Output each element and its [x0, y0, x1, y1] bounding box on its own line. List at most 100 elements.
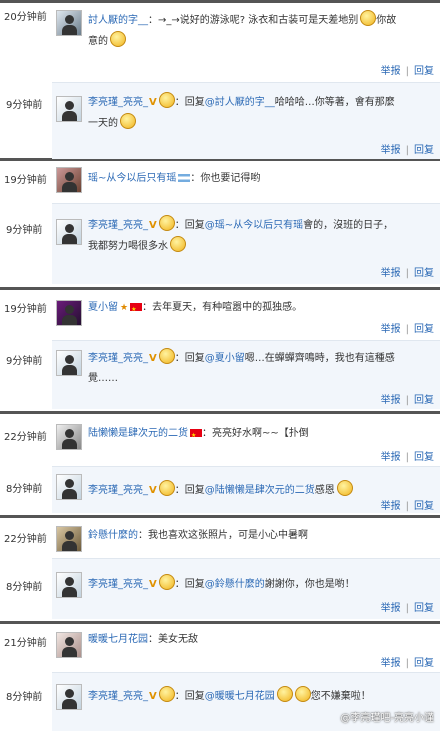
report-link[interactable]: 举报	[381, 268, 401, 279]
reply-link[interactable]: 回复	[414, 145, 434, 156]
comment-body: 暖暖七月花园：美女无敌	[88, 630, 433, 650]
smiley-icon	[360, 10, 377, 26]
avatar[interactable]	[56, 526, 82, 552]
reply-body: 李亮瑾_亮亮_V ：回复@瑶~从今以后只有瑶會的，沒班的日子， 我都努力喝很多水	[88, 215, 433, 257]
flag-icon	[190, 426, 202, 446]
reply-user-link[interactable]: 李亮瑾_亮亮_	[88, 220, 148, 231]
avatar[interactable]	[56, 632, 82, 658]
comment-user-link[interactable]: 鈴懸什麼的	[88, 530, 138, 541]
reply-link[interactable]: 回复	[414, 268, 434, 279]
reply-user-link[interactable]: 李亮瑾_亮亮_	[88, 579, 148, 590]
smiley-icon	[110, 31, 126, 47]
avatar[interactable]	[56, 424, 82, 450]
reply-text: 一天的	[88, 118, 118, 129]
comment-time: 19分钟前	[4, 175, 47, 186]
reply-link[interactable]: 回复	[414, 66, 434, 77]
reply-text: 嗯…在蟬蟬齊鳴時，我也有這種感	[244, 353, 395, 364]
comment-user-link[interactable]: 瑶~从今以后只有瑶	[88, 173, 176, 184]
reply-text: 謝謝你，你也是喲！	[264, 579, 355, 590]
avatar[interactable]	[56, 684, 82, 710]
comment-text: 意的	[88, 36, 108, 47]
mention-link[interactable]: @陆懒懒是肆次元的二货	[205, 485, 315, 496]
avatar[interactable]	[56, 219, 82, 245]
avatar[interactable]	[56, 474, 82, 500]
verified-icon: V	[149, 579, 157, 590]
comment-text: 你故	[376, 15, 397, 26]
comment-item: 22分钟前 陆懒懒是肆次元的二货：亮亮好水啊~~【扑倒 举报|回复 举报|回复 …	[0, 414, 440, 515]
reply-body: 李亮瑾_亮亮_V ：回复@鈴懸什麼的謝謝你，你也是喲！	[88, 574, 433, 595]
reply-link[interactable]: 回复	[414, 452, 434, 463]
reply-prefix: ：回复	[174, 97, 205, 108]
avatar[interactable]	[56, 96, 82, 122]
reply-text: 哈哈哈…你等著，會有那麼	[274, 97, 395, 108]
comment-user-link[interactable]: 討人厭的字__	[88, 15, 148, 26]
comment-user-link[interactable]: 陆懒懒是肆次元的二货	[88, 428, 188, 439]
reply-user-link[interactable]: 李亮瑾_亮亮_	[88, 691, 148, 702]
avatar[interactable]	[56, 10, 82, 36]
mention-link[interactable]: @夏小留	[205, 353, 245, 364]
action-links: 举报 | 回复	[380, 658, 434, 669]
verified-icon: V	[149, 220, 157, 231]
comment-time: 19分钟前	[4, 304, 47, 315]
comment-time: 20分钟前	[4, 12, 47, 23]
reply-time: 8分钟前	[6, 692, 43, 703]
comment-item: 22分钟前 鈴懸什麼的：我也喜欢这张照片，可是小心中暑啊 举报 | 回复 8分钟前 …	[0, 518, 440, 621]
comment-text: ：去年夏天，有种喧嚣中的孤独感。	[142, 302, 303, 313]
report-link[interactable]: 举报	[381, 501, 401, 512]
mention-link[interactable]: @暖暖七月花园	[205, 691, 275, 702]
reply-link[interactable]: 回复	[414, 603, 434, 614]
report-link[interactable]: 举报	[381, 658, 401, 669]
comment-body: 討人厭的字__：→_→说好的游泳呢? 泳衣和古装可是天差地别 你故 意的	[88, 10, 433, 52]
smiley-icon	[158, 215, 175, 231]
reply-user-link[interactable]: 李亮瑾_亮亮_	[88, 353, 148, 364]
smiley-icon	[158, 92, 175, 108]
comment-time: 22分钟前	[4, 534, 47, 545]
report-link[interactable]: 举报	[381, 452, 401, 463]
reply-prefix: ：回复	[174, 579, 205, 590]
avatar[interactable]	[56, 350, 82, 376]
reply-link[interactable]: 回复	[414, 324, 434, 335]
mention-link[interactable]: @鈴懸什麼的	[205, 579, 265, 590]
action-links: 举报 | 回复	[380, 395, 434, 406]
comment-text: ：你也要记得哟	[190, 173, 261, 184]
reply-time: 8分钟前	[6, 582, 43, 593]
reply-user-link[interactable]: 李亮瑾_亮亮_	[88, 485, 148, 496]
mention-link[interactable]: @討人厭的字__	[205, 97, 275, 108]
avatar[interactable]	[56, 167, 82, 193]
reply-prefix: ：回复	[174, 353, 205, 364]
reply-prefix: ：回复	[174, 691, 205, 702]
reply-time: 9分钟前	[6, 100, 43, 111]
smiley-icon	[158, 686, 175, 702]
reply-prefix: ：回复	[174, 485, 205, 496]
smiley-icon	[294, 686, 311, 702]
report-link[interactable]: 举报	[381, 603, 401, 614]
smiley-icon	[170, 236, 186, 252]
comment-user-link[interactable]: 暖暖七月花园	[88, 634, 148, 645]
reply-body: 李亮瑾_亮亮_V ：回复@暖暖七月花园 您不嫌棄啦！	[88, 686, 433, 707]
comment-body: 陆懒懒是肆次元的二货 ：亮亮好水啊~~【扑倒	[88, 424, 433, 446]
report-link[interactable]: 举报	[381, 66, 401, 77]
avatar[interactable]	[56, 572, 82, 598]
reply-text: 您不嫌棄啦！	[310, 691, 371, 702]
avatar[interactable]	[56, 300, 82, 326]
verified-icon: V	[149, 353, 157, 364]
comment-text: ：美女无敌	[148, 634, 198, 645]
comment-user-link[interactable]: 夏小留	[88, 302, 118, 313]
mention-link[interactable]: @瑶~从今以后只有瑶	[205, 220, 303, 231]
reply-text: 感恩	[314, 485, 335, 496]
report-link[interactable]: 举报	[381, 395, 401, 406]
action-links: 举报 | 回复	[380, 66, 434, 77]
comment-time: 22分钟前	[4, 432, 47, 443]
verified-icon: V	[149, 97, 157, 108]
reply-link[interactable]: 回复	[414, 395, 434, 406]
panda-icon	[120, 113, 136, 129]
action-links: 举报 | 回复	[380, 324, 434, 335]
reply-link[interactable]: 回复	[414, 501, 434, 512]
reply-user-link[interactable]: 李亮瑾_亮亮_	[88, 97, 148, 108]
comment-body: 瑶~从今以后只有瑶 ：你也要记得哟	[88, 169, 433, 189]
report-link[interactable]: 举报	[381, 324, 401, 335]
reply-body: 李亮瑾_亮亮_V ：回复@夏小留嗯…在蟬蟬齊鳴時，我也有這種感 覺……	[88, 348, 433, 389]
reply-time: 9分钟前	[6, 356, 43, 367]
report-link[interactable]: 举报	[381, 145, 401, 156]
reply-link[interactable]: 回复	[414, 658, 434, 669]
